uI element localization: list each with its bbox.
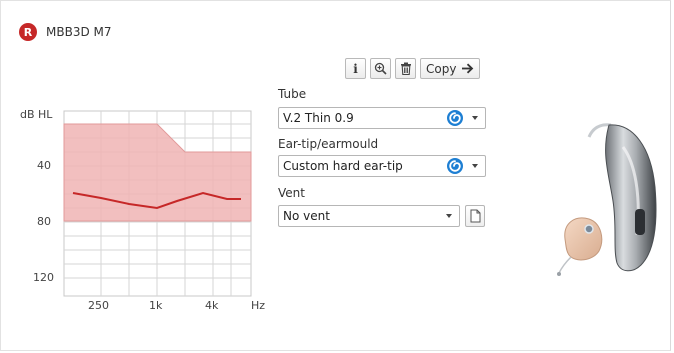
arrow-right-icon bbox=[462, 63, 474, 74]
vent-select[interactable]: No vent bbox=[278, 205, 460, 227]
tube-value: V.2 Thin 0.9 bbox=[283, 111, 354, 125]
y-tick-80: 80 bbox=[37, 215, 51, 228]
copy-button[interactable]: Copy bbox=[420, 58, 481, 79]
chevron-down-icon bbox=[446, 214, 452, 218]
info-icon: i bbox=[353, 61, 358, 76]
y-tick-40: 40 bbox=[37, 159, 51, 172]
chevron-down-icon bbox=[472, 164, 478, 168]
delete-button[interactable] bbox=[395, 58, 416, 79]
hearing-aid-image bbox=[557, 123, 657, 276]
x-tick-250: 250 bbox=[88, 299, 109, 312]
zoom-in-icon bbox=[374, 62, 387, 75]
swirl-icon[interactable] bbox=[446, 157, 464, 175]
tube-label: Tube bbox=[278, 87, 307, 101]
device-name: MBB3D M7 bbox=[46, 25, 112, 39]
tube-select[interactable]: V.2 Thin 0.9 bbox=[278, 107, 486, 129]
vent-document-button[interactable] bbox=[465, 205, 485, 227]
x-tick-4k: 4k bbox=[205, 299, 219, 312]
side-badge-right: R bbox=[19, 23, 37, 41]
trash-icon bbox=[400, 62, 411, 75]
x-unit: Hz bbox=[251, 299, 265, 312]
zoom-button[interactable] bbox=[370, 58, 391, 79]
ear-tip-select[interactable]: Custom hard ear-tip bbox=[278, 155, 486, 177]
y-axis-label: dB HL bbox=[20, 108, 53, 121]
toolbar: i Copy bbox=[345, 58, 481, 79]
info-button[interactable]: i bbox=[345, 58, 366, 79]
chevron-down-icon bbox=[472, 116, 478, 120]
hearing-aid-panel: R MBB3D M7 dB HL 40 80 120 250 1k 4k Hz … bbox=[0, 0, 671, 351]
vent-value: No vent bbox=[283, 209, 330, 223]
audiogram-chart: dB HL 40 80 120 250 1k 4k Hz bbox=[20, 108, 265, 312]
swirl-icon[interactable] bbox=[446, 109, 464, 127]
ear-tip-label: Ear-tip/earmould bbox=[278, 137, 379, 151]
copy-label: Copy bbox=[426, 61, 457, 76]
document-icon bbox=[470, 209, 480, 223]
y-tick-120: 120 bbox=[33, 271, 54, 284]
x-tick-1k: 1k bbox=[149, 299, 163, 312]
ear-tip-value: Custom hard ear-tip bbox=[283, 159, 403, 173]
vent-label: Vent bbox=[278, 186, 305, 200]
